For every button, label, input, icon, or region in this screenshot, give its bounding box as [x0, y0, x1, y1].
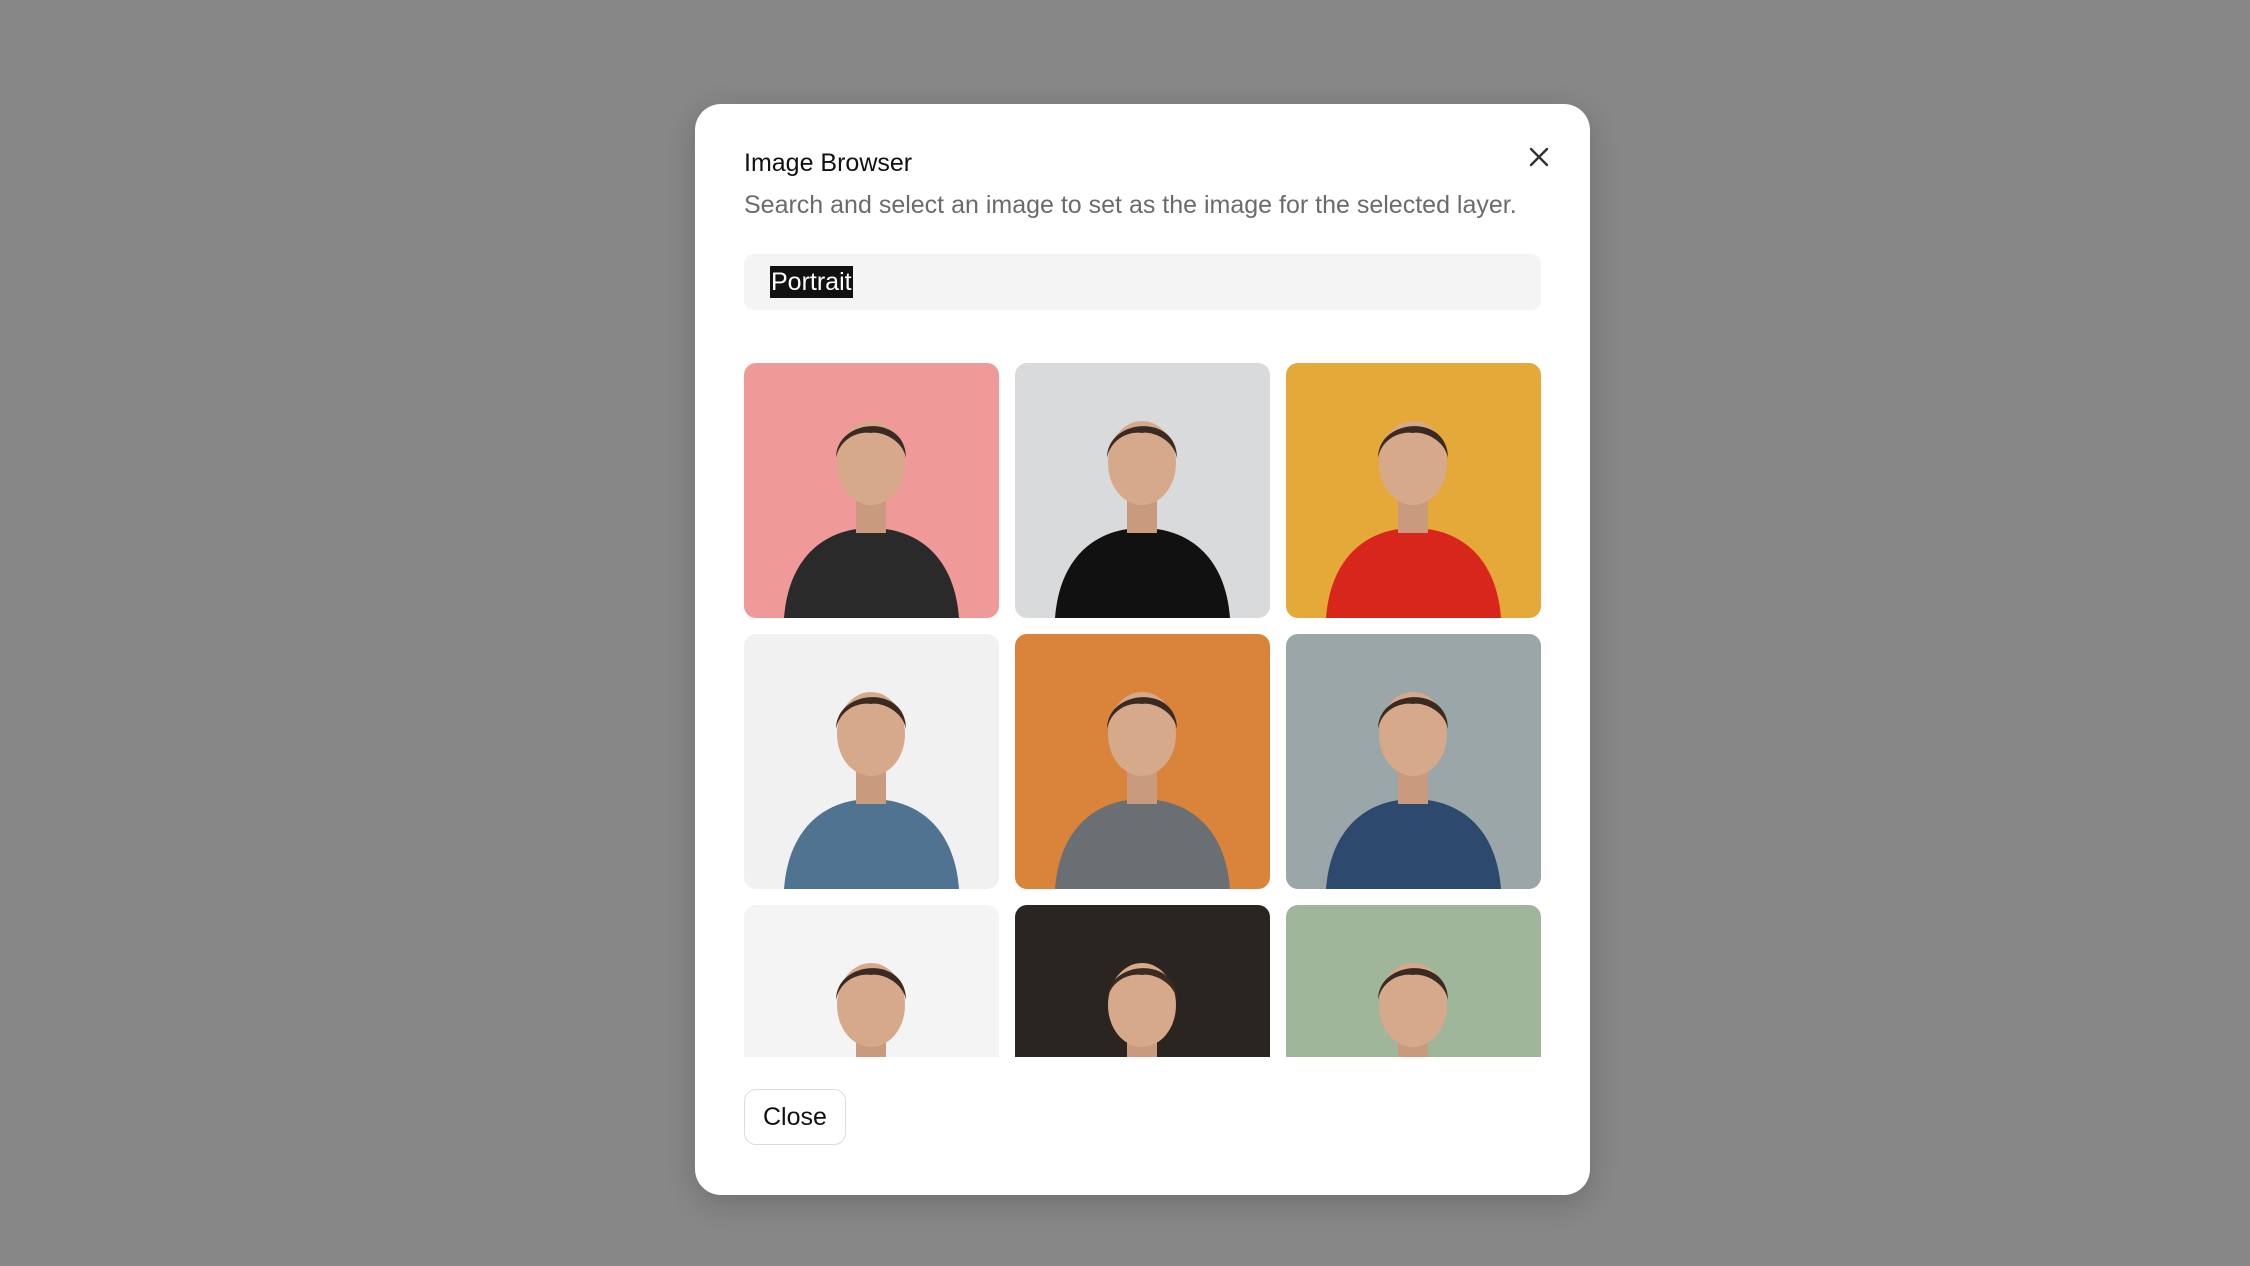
search-input[interactable]: Portrait	[744, 254, 1541, 310]
photo-woman-black-turtleneck	[1015, 363, 1270, 618]
image-result-photo-woman-grey-blazer[interactable]	[1015, 634, 1270, 889]
image-result-photo-woman-red-top-yellow[interactable]	[1286, 363, 1541, 618]
close-icon[interactable]	[1522, 140, 1556, 174]
photo-man-glasses	[744, 905, 999, 1057]
image-result-photo-man-patterned-shirt[interactable]	[1286, 634, 1541, 889]
photo-man-patterned-shirt	[1286, 634, 1541, 889]
image-results-grid	[744, 363, 1541, 1057]
photo-woman-laughing-plants	[1286, 905, 1541, 1057]
photo-man-blue-vneck	[744, 634, 999, 889]
image-result-photo-man-glasses[interactable]	[744, 905, 999, 1057]
close-button[interactable]: Close	[744, 1089, 846, 1145]
image-result-photo-man-blue-vneck[interactable]	[744, 634, 999, 889]
image-results-scroll-area[interactable]	[744, 363, 1541, 1057]
image-result-photo-woman-closeup-dark[interactable]	[1015, 905, 1270, 1057]
search-input-value: Portrait	[770, 266, 853, 298]
image-browser-dialog: Image Browser Search and select an image…	[695, 104, 1590, 1195]
dialog-title: Image Browser	[744, 149, 913, 177]
photo-woman-pink-background	[744, 363, 999, 618]
photo-woman-closeup-dark	[1015, 905, 1270, 1057]
image-result-photo-woman-pink-background[interactable]	[744, 363, 999, 618]
photo-woman-red-top-yellow	[1286, 363, 1541, 618]
dialog-subtitle: Search and select an image to set as the…	[744, 191, 1517, 219]
image-result-photo-woman-laughing-plants[interactable]	[1286, 905, 1541, 1057]
photo-woman-grey-blazer	[1015, 634, 1270, 889]
image-result-photo-woman-black-turtleneck[interactable]	[1015, 363, 1270, 618]
